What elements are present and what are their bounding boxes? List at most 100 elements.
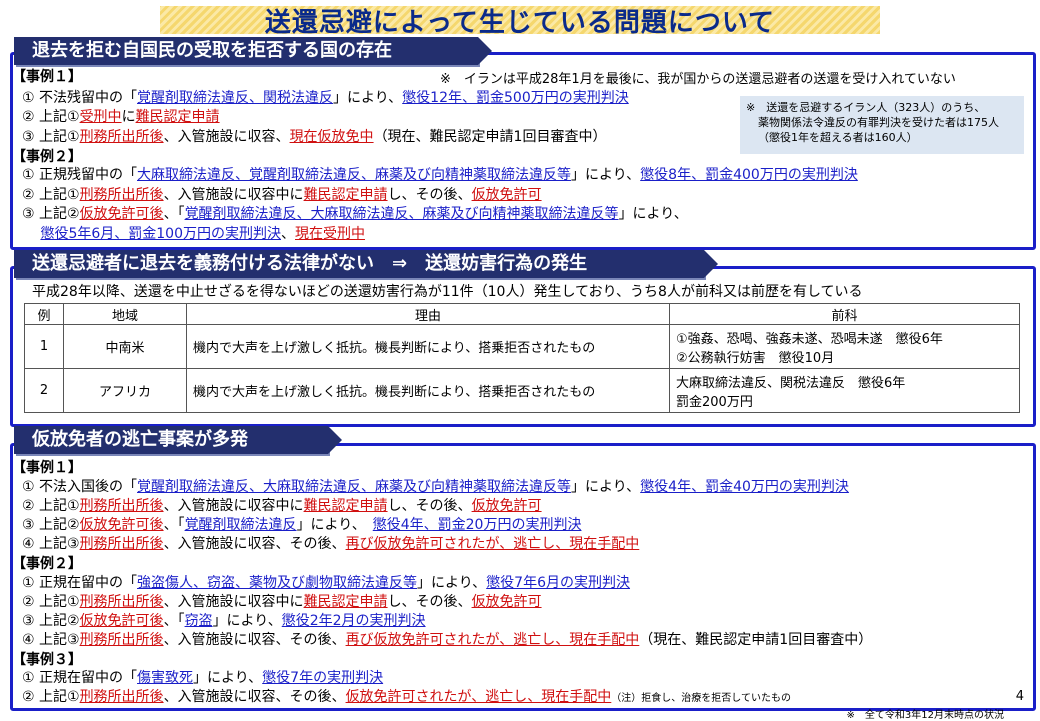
- text-segment: ③ 上記②: [22, 517, 80, 533]
- highlight-status: 再び仮放免許可されたが、逃亡し、現在手配中: [345, 632, 640, 648]
- case-line: ③ 上記②仮放免許可後、「覚醒剤取締法違反」により、 懲役4年、罰金20万円の実…: [22, 516, 581, 534]
- row-record: 大麻取締法違反、関税法違反 懲役6年 罰金200万円: [669, 368, 1020, 413]
- text-segment: 、入管施設に収容、その後、: [163, 632, 346, 648]
- highlight-status: 刑務所出所後: [79, 187, 164, 203]
- text-segment: 」により、: [417, 575, 487, 591]
- page-title: 送還忌避によって生じている問題について: [264, 8, 776, 38]
- text-segment: ① 正規在留中の「: [22, 670, 138, 686]
- text-segment: 」により、: [571, 167, 641, 183]
- highlight-offense: 懲役2年2月の実刑判決: [281, 613, 426, 629]
- highlight-offense: 窃盗: [184, 613, 213, 629]
- text-segment: 、: [281, 226, 295, 242]
- record-line: 大麻取締法違反、関税法違反 懲役6年: [676, 375, 906, 391]
- text-segment: 」により、: [618, 206, 688, 222]
- text-segment: ① 不法残留中の「: [22, 90, 138, 106]
- text-segment: し、その後、: [387, 594, 472, 610]
- text-segment: ③ 上記②: [22, 613, 80, 629]
- row-reason: 機内で大声を上げ激しく抵抗。機長判断により、搭乗拒否されたもの: [186, 324, 670, 369]
- case-line: 懲役5年6月、罰金100万円の実刑判決、現在受刑中: [22, 225, 365, 243]
- obstruction-table: 例 地域 理由 前科 1 中南米 機内で大声を上げ激しく抵抗。機長判断により、搭…: [24, 303, 1020, 413]
- section-header-3: 仮放免者の逃亡事案が多発: [14, 426, 342, 454]
- text-segment: 【事例２】: [12, 149, 82, 165]
- highlight-status: 刑務所出所後: [79, 689, 164, 705]
- highlight-status: 現在受刑中: [295, 226, 365, 242]
- col-header-region: 地域: [63, 303, 187, 325]
- row-no: 1: [24, 324, 64, 369]
- page-number: 4: [1015, 689, 1024, 704]
- text-segment: ② 上記①: [22, 187, 80, 203]
- highlight-offense: 懲役4年、罰金40万円の実刑判決: [640, 479, 849, 495]
- highlight-offense: 覚醒剤取締法違反: [184, 517, 297, 533]
- text-segment: 」により、: [333, 90, 403, 106]
- text-segment: ③ 上記②: [22, 206, 80, 222]
- text-segment: 【事例２】: [12, 556, 82, 572]
- highlight-offense: 懲役12年、罰金500万円の実刑判決: [402, 90, 629, 106]
- highlight-status: 仮放免許可後: [79, 517, 164, 533]
- highlight-status: 難民認定申請: [303, 594, 388, 610]
- text-segment: 、入管施設に収容、その後、: [163, 536, 346, 552]
- text-segment: 」により、: [296, 517, 373, 533]
- case-line: ④ 上記③刑務所出所後、入管施設に収容、その後、再び仮放免許可されたが、逃亡し、…: [22, 631, 872, 649]
- iran-stats-line: 薬物関係法令違反の有罪判決を受けた者は175人: [758, 116, 999, 129]
- text-segment: ② 上記①: [22, 594, 80, 610]
- case-line: ② 上記①刑務所出所後、入管施設に収容中に難民認定申請し、その後、仮放免許可: [22, 593, 542, 611]
- case-line: ③ 上記②仮放免許可後、「覚醒剤取締法違反、大麻取締法違反、麻薬及び向精神薬取締…: [22, 205, 688, 223]
- highlight-status: 刑務所出所後: [79, 536, 164, 552]
- highlight-status: 難民認定申請: [303, 187, 388, 203]
- highlight-status: 仮放免許可: [471, 498, 542, 514]
- highlight-offense: 傷害致死: [137, 670, 194, 686]
- highlight-offense: 懲役7年の実刑判決: [262, 670, 384, 686]
- text-segment: 、「: [163, 613, 185, 629]
- highlight-offense: 懲役4年、罰金20万円の実刑判決: [372, 517, 582, 533]
- case-line: ① 正規在留中の「強盗傷人、窃盗、薬物及び劇物取締法違反等」により、懲役7年6月…: [22, 574, 630, 592]
- highlight-status: 仮放免許可されたが、逃亡し、現在手配中: [345, 689, 612, 705]
- record-line: ②公務執行妨害 懲役10月: [676, 350, 835, 366]
- text-segment: 」により、: [571, 479, 641, 495]
- row-region: 中南米: [63, 324, 187, 369]
- text-segment: し、その後、: [387, 187, 472, 203]
- footnote: ※ 全て令和3年12月末時点の状況: [846, 710, 1004, 721]
- col-header-reason: 理由: [186, 303, 670, 325]
- text-segment: 、入管施設に収容中に: [163, 594, 304, 610]
- text-segment: に: [121, 109, 136, 125]
- highlight-offense: 懲役8年、罰金400万円の実刑判決: [640, 167, 858, 183]
- iran-stats-box: ※ 送還を忌避するイラン人（323人）のうち、 薬物関係法令違反の有罪判決を受け…: [740, 96, 1024, 154]
- case-line: ② 上記①刑務所出所後、入管施設に収容中に難民認定申請し、その後、仮放免許可: [22, 186, 542, 204]
- text-segment: 、入管施設に収容中に: [163, 498, 304, 514]
- text-segment: 、入管施設に収容中に: [163, 187, 304, 203]
- case-heading: 【事例３】: [12, 651, 82, 669]
- text-segment: ④ 上記③: [22, 632, 80, 648]
- highlight-status: 現在仮放免中: [289, 129, 374, 145]
- section-header-2: 送還忌避者に退去を義務付ける法律がない ⇒ 送還妨害行為の発生: [14, 250, 718, 278]
- case-heading: 【事例２】: [12, 555, 82, 573]
- highlight-status: 刑務所出所後: [79, 498, 164, 514]
- highlight-status: 仮放免許可後: [79, 206, 164, 222]
- row-no: 2: [24, 368, 64, 413]
- highlight-status: 難民認定申請: [135, 109, 220, 125]
- col-header-record: 前科: [669, 303, 1020, 325]
- case-heading: 【事例２】: [12, 148, 82, 166]
- highlight-offense: 大麻取締法違反、覚醒剤取締法違反、麻薬及び向精神薬取締法違反等: [137, 167, 572, 183]
- text-segment: 、「: [163, 517, 185, 533]
- case-heading: 【事例１】: [12, 459, 82, 477]
- highlight-status: 仮放免許可: [471, 187, 542, 203]
- highlight-offense: 懲役7年6月の実刑判決: [486, 575, 631, 591]
- case-line: ① 正規在留中の「傷害致死」により、懲役7年の実刑判決: [22, 669, 383, 687]
- highlight-offense: 強盗傷人、窃盗、薬物及び劇物取締法違反等: [137, 575, 418, 591]
- case-line: ① 正規残留中の「大麻取締法違反、覚醒剤取締法違反、麻薬及び向精神薬取締法違反等…: [22, 166, 858, 184]
- highlight-status: 刑務所出所後: [79, 129, 164, 145]
- obstruction-intro: 平成28年以降、送還を中止せざるを得ないほどの送還妨害行為が11件（10人）発生…: [32, 284, 863, 300]
- row-reason: 機内で大声を上げ激しく抵抗。機長判断により、搭乗拒否されたもの: [186, 368, 670, 413]
- highlight-status: 仮放免許可: [471, 594, 542, 610]
- case-line: ④ 上記③刑務所出所後、入管施設に収容、その後、再び仮放免許可されたが、逃亡し、…: [22, 535, 639, 553]
- text-segment: ③ 上記①: [22, 129, 80, 145]
- highlight-offense: 覚醒剤取締法違反、大麻取締法違反、麻薬及び向精神薬取締法違反等: [137, 479, 572, 495]
- case-line: ① 不法入国後の「覚醒剤取締法違反、大麻取締法違反、麻薬及び向精神薬取締法違反等…: [22, 478, 849, 496]
- table-header-row: 例 地域 理由 前科: [24, 303, 1020, 325]
- highlight-offense: 懲役5年6月、罰金100万円の実刑判決: [40, 226, 281, 242]
- text-segment: ④ 上記③: [22, 536, 80, 552]
- text-segment: ① 正規残留中の「: [22, 167, 138, 183]
- text-segment: ① 不法入国後の「: [22, 479, 138, 495]
- record-line: 罰金200万円: [676, 394, 753, 410]
- case-line: ① 不法残留中の「覚醒剤取締法違反、関税法違反」により、懲役12年、罰金500万…: [22, 89, 629, 107]
